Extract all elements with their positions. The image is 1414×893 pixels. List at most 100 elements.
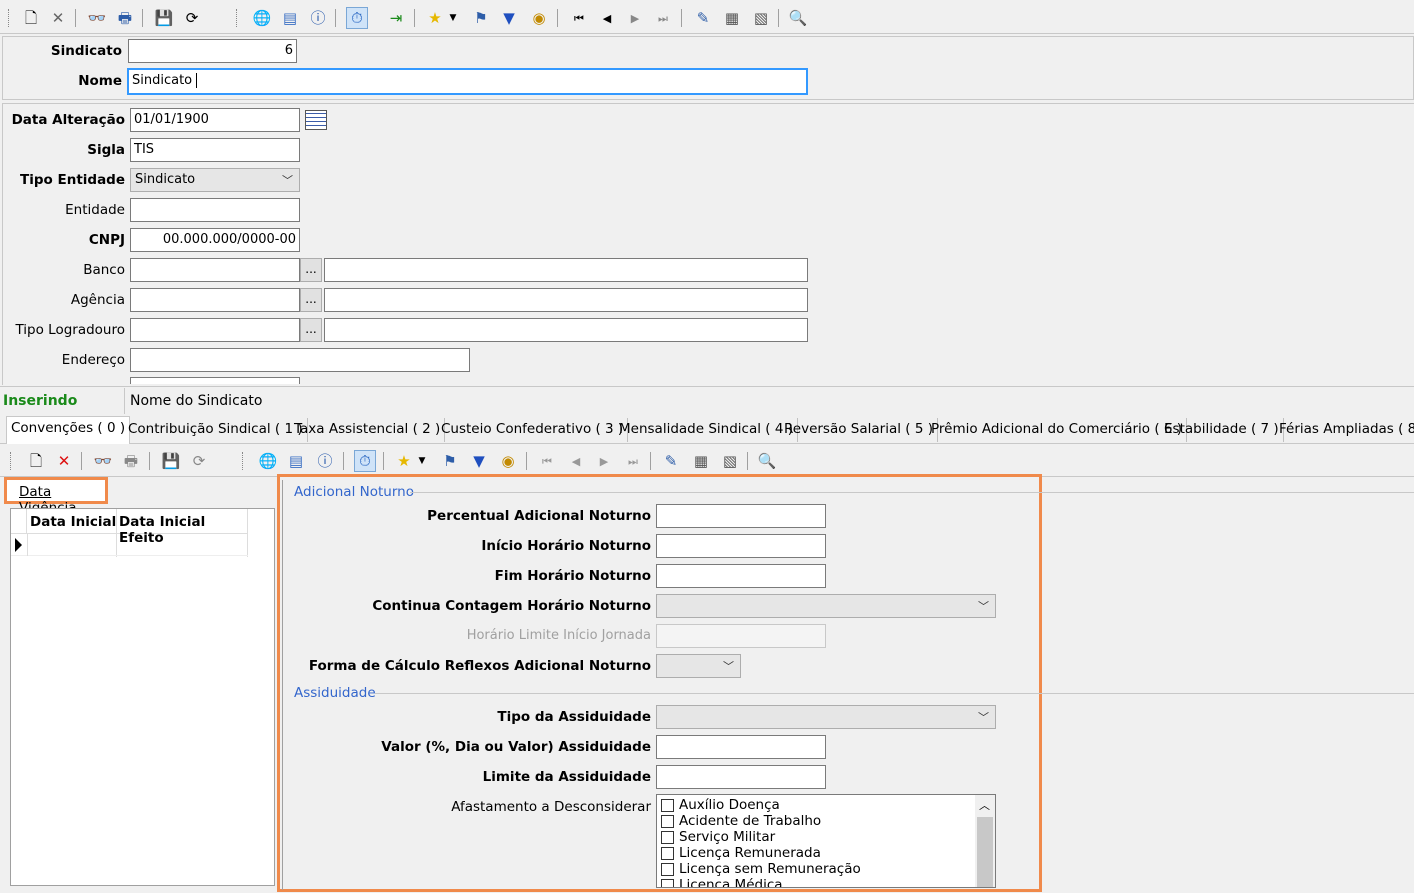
- valor-assiduidade-field[interactable]: [656, 735, 826, 759]
- find-icon[interactable]: 👓: [86, 7, 108, 29]
- vigencia-grid[interactable]: Data Inicial Data Inicial Efeito: [10, 508, 275, 886]
- delete-icon[interactable]: ✕: [53, 450, 75, 472]
- nome-field[interactable]: Sindicato: [127, 68, 808, 95]
- prev-icon[interactable]: ◀: [596, 7, 618, 29]
- calendar-icon[interactable]: [305, 110, 327, 130]
- data-vigencia-tab[interactable]: Data Vigência: [4, 477, 108, 516]
- last-icon[interactable]: ⏭: [652, 7, 674, 29]
- agencia-lookup-button[interactable]: ...: [300, 288, 322, 312]
- help-icon[interactable]: ◉: [528, 7, 550, 29]
- limite-jornada-field[interactable]: [656, 624, 826, 648]
- checkbox-servico-militar[interactable]: Serviço Militar: [661, 829, 861, 845]
- last-icon[interactable]: ⏭: [622, 450, 644, 472]
- column-header-data-inicial[interactable]: Data Inicial: [30, 514, 116, 530]
- agencia-name-field[interactable]: [324, 288, 808, 312]
- info-icon[interactable]: ⓘ: [314, 450, 336, 472]
- tab-reversao-salarial[interactable]: Reversão Salarial ( 5 ): [780, 418, 938, 442]
- report2-icon[interactable]: ▧: [719, 450, 741, 472]
- exit-icon[interactable]: ⇥: [385, 7, 407, 29]
- report2-icon[interactable]: ▧: [750, 7, 772, 29]
- continua-contagem-label: Continua Contagem Horário Noturno: [372, 598, 651, 614]
- checklist-scrollbar[interactable]: ︿: [975, 795, 995, 887]
- fim-horario-field[interactable]: [656, 564, 826, 588]
- tipo-logradouro-code-field[interactable]: [130, 318, 300, 342]
- new-icon[interactable]: 🗋: [20, 7, 42, 29]
- endereco-field[interactable]: [130, 348, 470, 372]
- refresh-icon[interactable]: ⟳: [181, 7, 203, 29]
- help-icon[interactable]: ◉: [497, 450, 519, 472]
- preview-icon[interactable]: 🔍: [787, 7, 809, 29]
- continua-contagem-select[interactable]: ﹀: [656, 594, 996, 618]
- globe-icon[interactable]: 🌐: [257, 450, 279, 472]
- save-icon[interactable]: 💾: [160, 450, 182, 472]
- scroll-up-icon[interactable]: ︿: [979, 797, 990, 813]
- afastamento-checklist[interactable]: Auxílio Doença Acidente de Trabalho Serv…: [656, 794, 996, 888]
- refresh-icon[interactable]: ⟳: [188, 450, 210, 472]
- filter-icon[interactable]: ▼: [498, 7, 520, 29]
- checkbox-licenca-medica[interactable]: Licença Médica: [661, 877, 861, 887]
- edit-icon[interactable]: ✎: [692, 7, 714, 29]
- tab-mensalidade-sindical[interactable]: Mensalidade Sindical ( 4 ): [615, 418, 798, 442]
- flag-icon[interactable]: ⚑: [470, 7, 492, 29]
- prev-icon[interactable]: ◀: [565, 450, 587, 472]
- grid-icon[interactable]: ▤: [285, 450, 307, 472]
- find-icon[interactable]: 👓: [92, 450, 114, 472]
- new-icon[interactable]: 🗋: [25, 450, 47, 472]
- tipo-logradouro-name-field[interactable]: [324, 318, 808, 342]
- banco-code-field[interactable]: [130, 258, 300, 282]
- tab-contribuicao-sindical[interactable]: Contribuição Sindical ( 1 ): [124, 418, 308, 442]
- cnpj-field[interactable]: 00.000.000/0000-00: [130, 228, 300, 252]
- timer-icon[interactable]: ⏱: [346, 7, 368, 29]
- tab-premio-adicional[interactable]: Prêmio Adicional do Comerciário ( 6 ): [927, 418, 1188, 442]
- report-icon[interactable]: ▦: [690, 450, 712, 472]
- status-mode: Inserindo: [3, 393, 78, 409]
- tab-convencoes[interactable]: Convenções ( 0 ): [6, 416, 131, 444]
- timer-icon[interactable]: ⏱: [354, 450, 376, 472]
- first-icon[interactable]: ⏮: [536, 450, 558, 472]
- next-icon[interactable]: ▶: [624, 7, 646, 29]
- tipo-entidade-select[interactable]: Sindicato ﹀: [130, 168, 300, 192]
- checkbox-auxilio-doenca[interactable]: Auxílio Doença: [661, 797, 861, 813]
- info-icon[interactable]: ⓘ: [307, 7, 329, 29]
- toolbar-separator: [149, 452, 150, 470]
- checkbox-licenca-remunerada[interactable]: Licença Remunerada: [661, 845, 861, 861]
- grid-icon[interactable]: ▤: [279, 7, 301, 29]
- dropdown-icon[interactable]: ▼: [447, 7, 459, 29]
- print-icon[interactable]: 🖶: [114, 7, 136, 29]
- dropdown-icon[interactable]: ▼: [416, 450, 428, 472]
- sigla-field[interactable]: TIS: [130, 138, 300, 162]
- next-icon[interactable]: ▶: [593, 450, 615, 472]
- limite-assiduidade-field[interactable]: [656, 765, 826, 789]
- favorite-icon[interactable]: ★: [393, 450, 415, 472]
- filter-icon[interactable]: ▼: [468, 450, 490, 472]
- favorite-icon[interactable]: ★: [424, 7, 446, 29]
- inicio-horario-field[interactable]: [656, 534, 826, 558]
- sindicato-field[interactable]: 6: [128, 39, 297, 63]
- entidade-field[interactable]: [130, 198, 300, 222]
- save-icon[interactable]: 💾: [153, 7, 175, 29]
- banco-lookup-button[interactable]: ...: [300, 258, 322, 282]
- scrollbar-thumb[interactable]: [977, 817, 993, 887]
- print-icon[interactable]: 🖶: [120, 450, 142, 472]
- globe-icon[interactable]: 🌐: [251, 7, 273, 29]
- flag-icon[interactable]: ⚑: [439, 450, 461, 472]
- data-alteracao-field[interactable]: 01/01/1900: [130, 108, 300, 132]
- tipo-assiduidade-select[interactable]: ﹀: [656, 705, 996, 729]
- tab-ferias-ampliadas[interactable]: Férias Ampliadas ( 8 ): [1275, 418, 1414, 442]
- percentual-adicional-field[interactable]: [656, 504, 826, 528]
- delete-icon[interactable]: ✕: [47, 7, 69, 29]
- checkbox-acidente-trabalho[interactable]: Acidente de Trabalho: [661, 813, 861, 829]
- edit-icon[interactable]: ✎: [660, 450, 682, 472]
- forma-calculo-select[interactable]: ﹀: [656, 654, 741, 678]
- checkbox-licenca-sem-remuneracao[interactable]: Licença sem Remuneração: [661, 861, 861, 877]
- tab-estabilidade[interactable]: Estabilidade ( 7 ): [1160, 418, 1284, 442]
- table-row[interactable]: [11, 534, 248, 556]
- tab-custeio-confederativo[interactable]: Custeio Confederativo ( 3 ): [437, 418, 629, 442]
- report-icon[interactable]: ▦: [721, 7, 743, 29]
- tab-taxa-assistencial[interactable]: Taxa Assistencial ( 2 ): [290, 418, 446, 442]
- preview-icon[interactable]: 🔍: [756, 450, 778, 472]
- first-icon[interactable]: ⏮: [568, 7, 590, 29]
- banco-name-field[interactable]: [324, 258, 808, 282]
- tipo-logradouro-lookup-button[interactable]: ...: [300, 318, 322, 342]
- agencia-code-field[interactable]: [130, 288, 300, 312]
